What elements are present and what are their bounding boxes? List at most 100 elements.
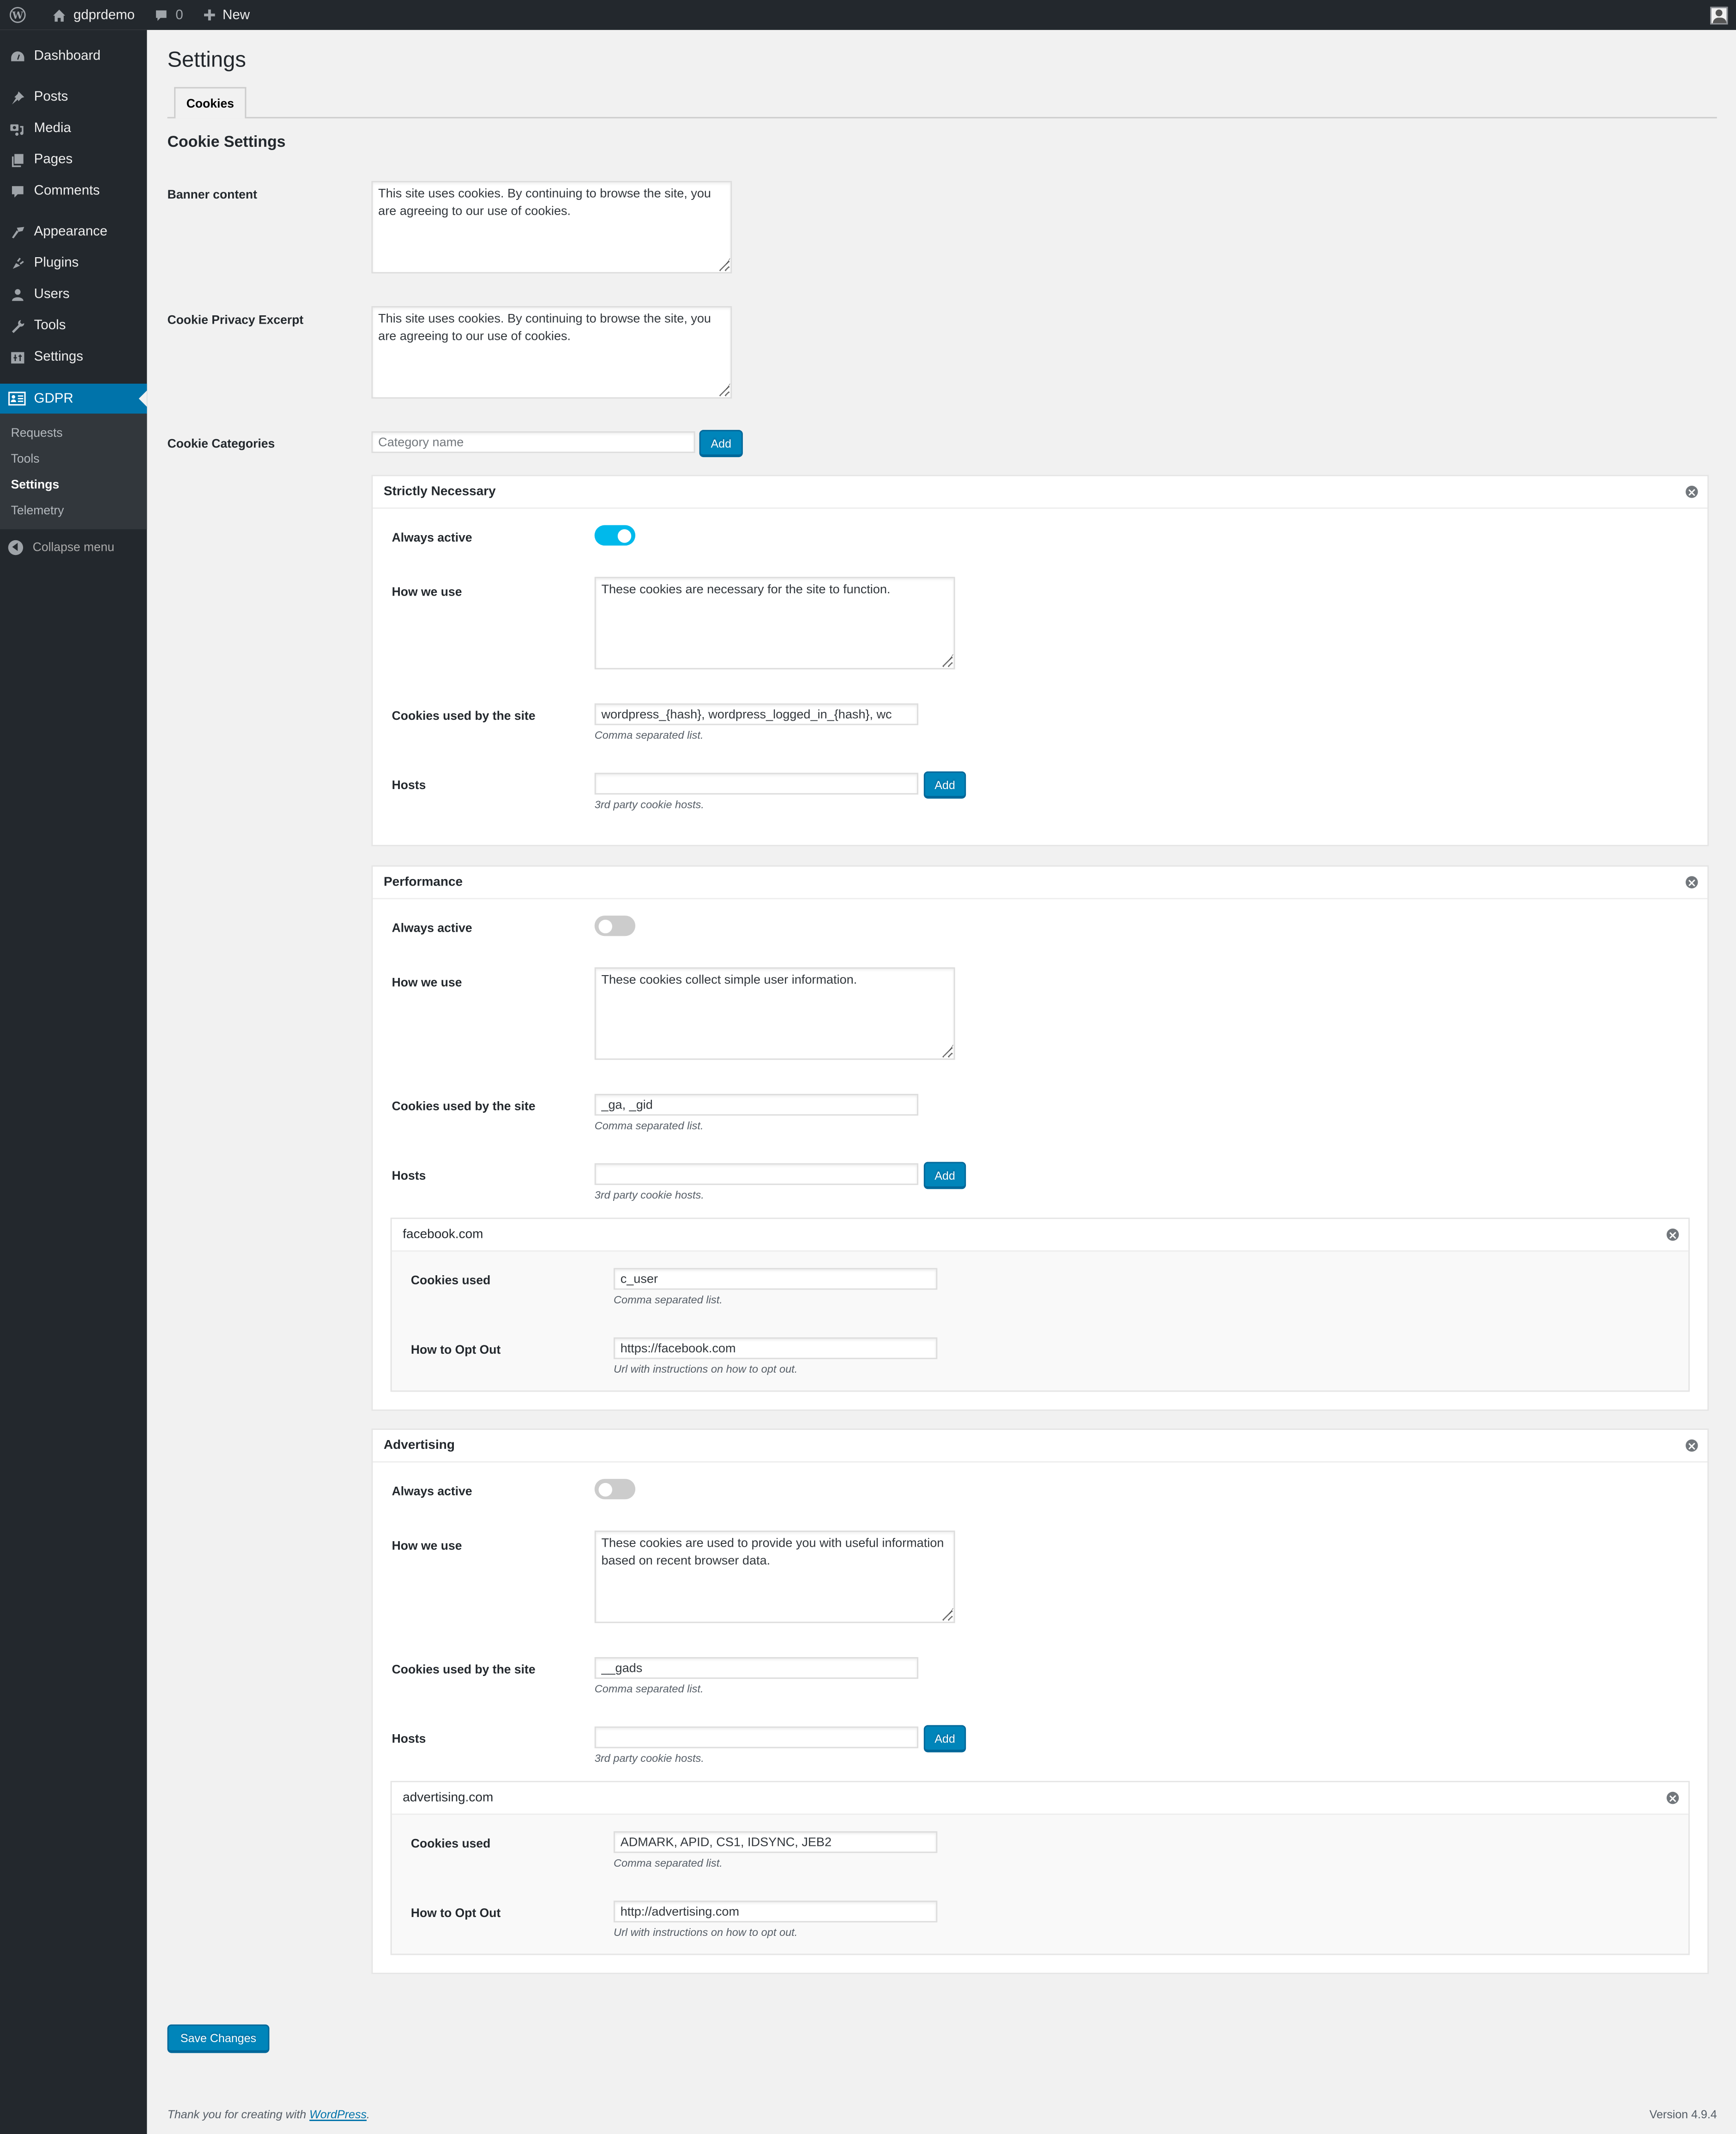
submenu-item-requests[interactable]: Requests [0,419,147,445]
home-icon [52,7,66,22]
comma-separated-hint: Comma separated list. [594,729,704,741]
collapse-label: Collapse menu [32,540,115,554]
how-we-use-textarea[interactable]: These cookies collect simple user inform… [594,967,955,1060]
comment-icon [8,182,26,200]
always-active-toggle[interactable] [594,1479,636,1500]
category-header[interactable]: Performance [373,867,1708,899]
comments-link[interactable]: 0 [144,0,193,30]
pages-icon [8,151,26,169]
sidebar-item-users[interactable]: Users [0,279,147,310]
category-title: Performance [383,874,463,890]
sidebar-item-posts[interactable]: Posts [0,82,147,113]
footer-period: . [367,2107,370,2121]
how-to-opt-out-input[interactable]: https://facebook.com [613,1337,938,1359]
cookies-used-by-site-input[interactable]: _ga, _gid [594,1094,919,1116]
wordpress-logo-button[interactable]: W [0,0,42,30]
hosts-label: Hosts [392,1169,426,1182]
category-header[interactable]: Strictly Necessary [373,476,1708,509]
cookies-used-by-site-input[interactable]: __gads [594,1657,919,1679]
category-title: Strictly Necessary [383,484,496,500]
host-name: facebook.com [403,1227,483,1242]
add-host-button[interactable]: Add [923,771,966,799]
new-label: New [223,7,250,23]
how-we-use-text: These cookies are necessary for the site… [601,582,891,596]
remove-host-icon[interactable] [1666,1228,1679,1241]
add-host-button[interactable]: Add [923,1162,966,1189]
sidebar-item-label: GDPR [34,391,73,406]
plus-icon [202,8,216,22]
save-changes-button[interactable]: Save Changes [167,2024,270,2053]
banner-content-label: Banner content [167,187,257,202]
submenu-item-settings[interactable]: Settings [0,471,147,497]
always-active-toggle[interactable] [594,916,636,936]
sidebar-item-tools[interactable]: Tools [0,310,147,342]
footer-thanks-text: Thank you for creating with [167,2107,310,2121]
host-cookies-used-input[interactable]: c_user [613,1268,938,1290]
resize-grip-icon[interactable]: ⁄ [728,380,729,397]
cookie-categories-label: Cookie Categories [167,436,275,451]
always-active-label: Always active [392,1484,472,1498]
sidebar-item-gdpr[interactable]: GDPR [0,383,147,414]
host-header[interactable]: advertising.com [392,1782,1688,1815]
remove-category-icon[interactable] [1685,1439,1698,1452]
gdpr-submenu: Requests Tools Settings Telemetry [0,413,147,530]
host-name: advertising.com [403,1790,494,1806]
sidebar-item-label: Posts [34,90,68,105]
how-to-opt-out-input[interactable]: http://advertising.com [613,1900,938,1923]
resize-grip-icon[interactable]: ⁄ [951,1041,952,1058]
cookies-used-by-site-label: Cookies used by the site [392,1662,536,1676]
remove-host-icon[interactable] [1666,1791,1679,1804]
site-name-link[interactable]: gdprdemo [42,0,144,30]
collapse-menu-button[interactable]: Collapse menu [0,529,147,565]
category-header[interactable]: Advertising [373,1430,1708,1463]
add-host-button[interactable]: Add [923,1725,966,1753]
resize-grip-icon[interactable]: ⁄ [728,254,729,272]
sidebar-item-media[interactable]: Media [0,113,147,145]
avatar [1710,6,1728,24]
submenu-item-telemetry[interactable]: Telemetry [0,497,147,523]
hosts-input[interactable] [594,1163,919,1185]
hosts-hint: 3rd party cookie hosts. [594,1752,704,1765]
banner-content-text: This site uses cookies. By continuing to… [378,186,711,218]
wordpress-link[interactable]: WordPress [309,2107,367,2121]
sidebar-item-appearance[interactable]: Appearance [0,217,147,248]
host-header[interactable]: facebook.com [392,1219,1688,1252]
page-title: Settings [167,49,246,72]
resize-grip-icon[interactable]: ⁄ [951,1604,952,1622]
remove-category-icon[interactable] [1685,485,1698,498]
how-we-use-textarea[interactable]: These cookies are necessary for the site… [594,577,955,669]
how-we-use-text: These cookies are used to provide you wi… [601,1536,944,1567]
host-cookies-used-input[interactable]: ADMARK, APID, CS1, IDSYNC, JEB2 [613,1831,938,1853]
hosts-input[interactable] [594,1726,919,1748]
submenu-item-tools[interactable]: Tools [0,445,147,471]
settings-icon [8,348,26,366]
sidebar-item-comments[interactable]: Comments [0,175,147,207]
cookies-used-by-site-label: Cookies used by the site [392,1099,536,1113]
sidebar-item-label: Tools [34,318,66,333]
how-we-use-textarea[interactable]: These cookies are used to provide you wi… [594,1531,955,1623]
always-active-toggle[interactable] [594,525,636,546]
remove-category-icon[interactable] [1685,876,1698,889]
admin-menu: Dashboard Posts Media Pages Comments Appearan… [0,30,147,565]
banner-content-textarea[interactable]: This site uses cookies. By continuing to… [371,181,732,274]
hosts-label: Hosts [392,778,426,792]
sidebar-item-dashboard[interactable]: Dashboard [0,41,147,72]
how-to-opt-out-label: How to Opt Out [410,1906,501,1920]
cookies-used-by-site-input[interactable]: wordpress_{hash}, wordpress_logged_in_{h… [594,703,919,725]
sidebar-item-label: Appearance [34,224,108,240]
category-name-input[interactable]: Category name [371,431,695,453]
add-category-button[interactable]: Add [699,430,743,458]
user-icon [8,286,26,303]
resize-grip-icon[interactable]: ⁄ [951,651,952,668]
my-account-button[interactable] [1700,0,1736,30]
host-cookies-used-label: Cookies used [410,1837,491,1851]
sidebar-item-plugins[interactable]: Plugins [0,247,147,279]
tab-cookies[interactable]: Cookies [174,87,247,119]
toggle-knob [598,1482,613,1496]
paintbrush-icon [8,223,26,241]
new-content-button[interactable]: New [193,0,259,30]
cookie-privacy-excerpt-textarea[interactable]: This site uses cookies. By continuing to… [371,306,732,399]
sidebar-item-settings[interactable]: Settings [0,342,147,373]
hosts-input[interactable] [594,772,919,795]
sidebar-item-pages[interactable]: Pages [0,144,147,175]
